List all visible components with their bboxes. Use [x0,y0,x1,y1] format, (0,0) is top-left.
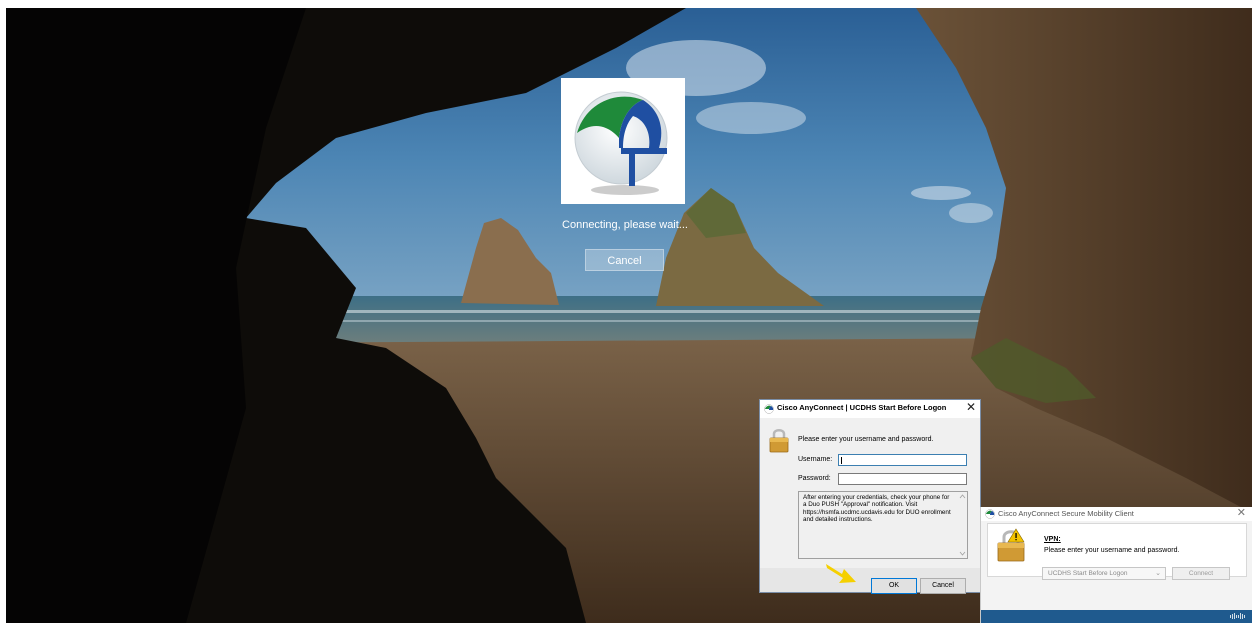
credentials-dialog-title: Cisco AnyConnect | UCDHS Start Before Lo… [777,403,947,412]
connect-button[interactable]: Connect [1172,567,1230,580]
cisco-anyconnect-logo [561,78,685,204]
connecting-status-text: Connecting, please wait... [562,219,688,231]
password-field[interactable] [838,473,967,485]
cisco-logo-icon [1230,613,1245,619]
vpn-profile-select[interactable]: UCDHS Start Before Logon ⌄ [1042,567,1166,580]
client-footer [981,610,1252,623]
credentials-dialog-titlebar[interactable]: Cisco AnyConnect | UCDHS Start Before Lo… [760,400,980,418]
cisco-anyconnect-globe-icon [574,91,668,195]
credentials-prompt: Please enter your username and password. [798,436,934,443]
yellow-arrow-icon [826,564,856,583]
cisco-anyconnect-icon [764,404,774,414]
close-icon[interactable]: ✕ [966,400,976,414]
password-label: Password: [798,475,831,482]
client-window-title: Cisco AnyConnect Secure Mobility Client [998,509,1134,518]
vpn-heading: VPN: [1044,536,1061,543]
client-window-titlebar[interactable]: Cisco AnyConnect Secure Mobility Client … [981,507,1252,521]
chevron-down-icon: ⌄ [1155,570,1161,577]
message-scrollbar[interactable] [958,492,967,558]
vpn-profile-selected: UCDHS Start Before Logon [1048,570,1128,577]
cisco-anyconnect-icon [985,509,995,519]
cancel-button[interactable]: Cancel [920,578,966,594]
username-label: Username: [798,456,833,463]
text-caret [841,457,842,464]
logon-cancel-button[interactable]: Cancel [585,249,664,271]
vpn-message: Please enter your username and password. [1044,547,1180,554]
credentials-dialog: Cisco AnyConnect | UCDHS Start Before Lo… [759,399,981,594]
padlock-icon [997,528,1025,562]
padlock-icon [769,429,789,453]
ok-button[interactable]: OK [871,578,917,594]
secure-mobility-client-window: Cisco AnyConnect Secure Mobility Client … [980,507,1252,623]
username-field[interactable] [838,454,967,466]
close-icon[interactable]: ✕ [1237,506,1246,519]
duo-message-box: After entering your credentials, check y… [798,491,968,559]
duo-message-text: After entering your credentials, check y… [803,494,951,524]
